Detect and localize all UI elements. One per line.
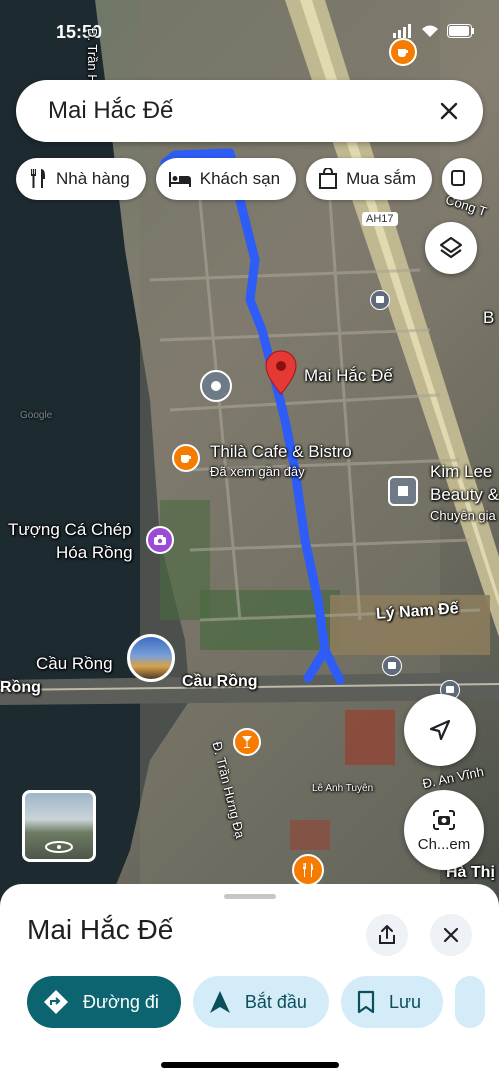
action-label: Bắt đầu [244, 991, 307, 1012]
destination-pin-icon[interactable] [264, 350, 298, 396]
action-label: Lưu [388, 991, 422, 1012]
category-chips: Nhà hàng Khách sạn Mua sắm [16, 158, 482, 200]
chip-label: Khách sạn [199, 169, 281, 188]
close-icon [443, 927, 459, 943]
sheet-grabber[interactable] [224, 894, 276, 899]
place-bottom-sheet[interactable]: Mai Hắc Đế Đường đi Bắt đầu Lưu [0, 884, 499, 1080]
more-actions-button[interactable] [455, 976, 486, 1028]
action-buttons: Đường đi Bắt đầu Lưu [27, 976, 486, 1028]
cafe-icon[interactable] [172, 444, 200, 472]
restaurant-icon [31, 169, 45, 188]
share-button[interactable] [366, 914, 408, 956]
cafe-subtitle: Đã xem gần đây [210, 464, 305, 479]
close-icon [440, 102, 458, 120]
street-label: Đ. Trần H [85, 28, 100, 84]
close-sheet-button[interactable] [430, 914, 472, 956]
home-indicator [161, 1062, 339, 1068]
wifi-icon [422, 25, 438, 37]
chip-label: Mua sắm [346, 169, 416, 188]
start-button[interactable]: Bắt đầu [192, 976, 329, 1028]
beauty-name-line1: Kim Lee [430, 462, 493, 481]
statue-label-line2: Hóa Rồng [56, 543, 133, 562]
chip-restaurants[interactable]: Nhà hàng [16, 158, 146, 200]
beauty-name-line2: Beauty & [430, 485, 499, 504]
more-category-icon [451, 170, 465, 186]
cafe-name: Thilà Cafe & Bistro [210, 442, 352, 461]
search-query[interactable]: Mai Hắc Đế [48, 97, 427, 125]
camera-search-button[interactable]: Ch...em [404, 790, 484, 870]
place-marker-icon[interactable] [200, 370, 232, 402]
navigation-arrow-icon [209, 991, 230, 1013]
bridge-road-label: Cầu Rồng [182, 673, 258, 690]
highway-shield: AH17 [362, 212, 398, 226]
signal-icon [393, 24, 411, 38]
action-label: Đường đi [83, 991, 159, 1012]
navigation-arrow-icon [429, 719, 451, 741]
beauty-salon-icon[interactable] [388, 476, 418, 506]
place-le-anh-tuyen: Lê Anh Tuyên [312, 783, 374, 794]
hotel-icon [168, 172, 191, 187]
my-location-button[interactable] [404, 694, 476, 766]
directions-icon [44, 990, 68, 1014]
statue-label-line1: Tượng Cá Chép [8, 520, 132, 539]
clear-search-button[interactable] [427, 89, 471, 133]
street-view-rotate-icon [45, 841, 73, 853]
bridge-label: Cầu Rồng [36, 654, 113, 673]
chip-shopping[interactable]: Mua sắm [306, 158, 432, 200]
layers-icon [439, 236, 463, 259]
street-view-thumbnail[interactable] [22, 790, 96, 862]
bus-stop-icon[interactable] [382, 656, 402, 676]
save-button[interactable]: Lưu [340, 976, 444, 1028]
map-label: B [483, 308, 495, 327]
bus-stop-icon[interactable] [370, 290, 390, 310]
place-title: Mai Hắc Đế [27, 914, 174, 945]
search-bar[interactable]: Mai Hắc Đế [16, 80, 483, 142]
bookmark-icon [357, 990, 375, 1014]
battery-icon [447, 24, 474, 38]
cafe-poi-icon[interactable] [389, 38, 417, 66]
chip-more[interactable] [442, 158, 482, 200]
chip-hotels[interactable]: Khách sạn [155, 158, 297, 200]
bridge-photo-marker[interactable] [127, 634, 175, 682]
google-watermark: Google [20, 410, 53, 421]
bridge-road-label-left: Rồng [0, 679, 41, 696]
restaurant-poi-icon[interactable] [292, 854, 324, 886]
directions-button[interactable]: Đường đi [27, 976, 181, 1028]
layers-button[interactable] [425, 222, 477, 274]
camera-search-label: Ch...em [417, 835, 471, 853]
destination-label: Mai Hắc Đế [304, 366, 393, 385]
chip-label: Nhà hàng [56, 169, 130, 188]
beauty-subtitle: Chuyên gia [430, 508, 496, 523]
map-view[interactable]: 15:50 Đ. Trần H Công T AH17 B Mai Hắc Đế… [0, 0, 499, 900]
camera-attraction-icon[interactable] [146, 526, 174, 554]
camera-icon [433, 809, 455, 830]
status-icons [393, 24, 475, 38]
share-icon [379, 925, 395, 944]
bar-icon[interactable] [233, 728, 261, 756]
shopping-icon [319, 168, 338, 189]
